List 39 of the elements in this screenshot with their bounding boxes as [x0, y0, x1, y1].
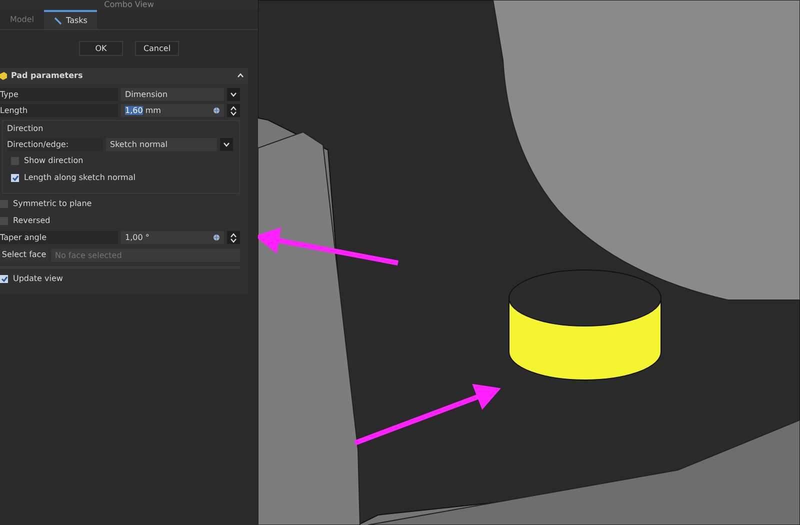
- checkbox-label: Symmetric to plane: [13, 198, 92, 210]
- checkbox[interactable]: [11, 157, 19, 165]
- caret-icon: [237, 73, 244, 78]
- field-label: Direction/edge:: [7, 138, 103, 151]
- field-label: Length: [0, 104, 118, 117]
- field-label: Taper angle: [0, 231, 118, 244]
- checkbox-label: Show direction: [24, 155, 84, 167]
- pad-icon: [0, 72, 7, 80]
- caret-icon: [223, 142, 230, 147]
- spin-button[interactable]: [227, 231, 240, 244]
- spin-button[interactable]: [227, 104, 240, 117]
- input-field[interactable]: 1,00 °: [121, 231, 224, 244]
- pencil-icon: [54, 16, 62, 24]
- panel-title: Combo View: [0, 0, 258, 10]
- tab[interactable]: Tasks: [44, 10, 98, 29]
- checkbox[interactable]: [0, 217, 8, 225]
- spin-arrows-icon: [230, 106, 237, 116]
- section-title: Pad parameters: [11, 70, 83, 82]
- expression-icon: [213, 234, 220, 241]
- spin-button[interactable]: [227, 88, 240, 101]
- field-label: Type: [0, 88, 118, 101]
- dialog-button[interactable]: OK: [79, 41, 123, 56]
- check-icon: [12, 175, 18, 181]
- caret-icon: [230, 92, 237, 97]
- dropdown[interactable]: Sketch normal: [106, 138, 217, 151]
- checkbox[interactable]: [0, 275, 8, 283]
- dropdown-toggle[interactable]: [220, 138, 233, 151]
- checkbox-label: Update view: [13, 273, 63, 285]
- checkbox[interactable]: [0, 200, 8, 208]
- checkbox[interactable]: [11, 174, 19, 182]
- expression-icon: [213, 107, 220, 114]
- check-icon: [0, 276, 8, 282]
- input-field[interactable]: Dimension: [121, 88, 224, 101]
- checkbox-label: Length along sketch normal: [24, 172, 136, 184]
- input-field[interactable]: 1,60 mm: [121, 104, 224, 117]
- group-title: Direction: [7, 123, 44, 135]
- spin-arrows-icon: [230, 232, 237, 242]
- checkbox-label: Reversed: [13, 215, 50, 227]
- dialog-button[interactable]: Cancel: [135, 41, 179, 56]
